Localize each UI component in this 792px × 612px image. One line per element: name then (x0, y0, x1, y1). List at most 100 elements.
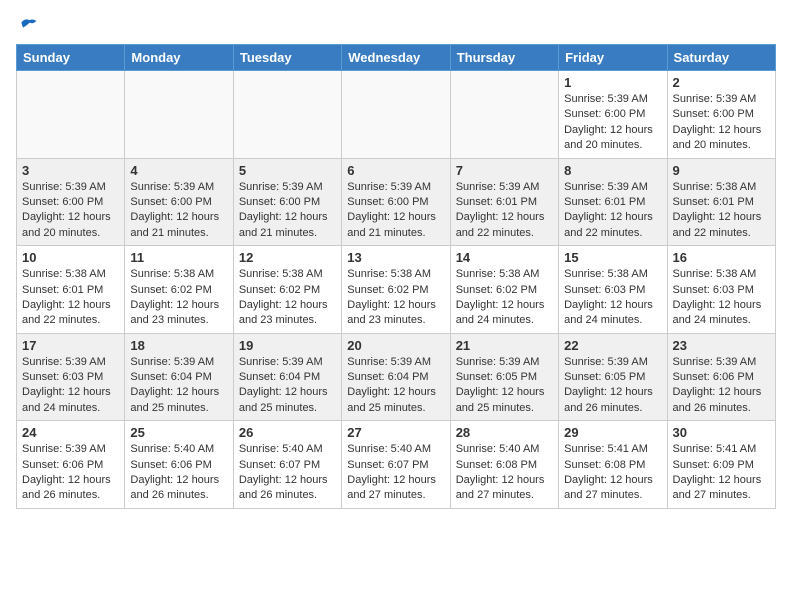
day-info: Sunrise: 5:38 AM Sunset: 6:03 PM Dayligh… (564, 268, 653, 326)
day-number: 27 (347, 425, 444, 440)
calendar-week-row: 10 Sunrise: 5:38 AM Sunset: 6:01 PM Dayli… (17, 246, 776, 334)
day-number: 6 (347, 163, 444, 178)
day-number: 9 (673, 163, 770, 178)
day-number: 19 (239, 338, 336, 353)
calendar-day-cell: 7 Sunrise: 5:39 AM Sunset: 6:01 PM Daylig… (450, 158, 558, 246)
calendar-day-cell (342, 71, 450, 159)
calendar-day-cell: 23 Sunrise: 5:39 AM Sunset: 6:06 PM Dayli… (667, 333, 775, 421)
day-number: 22 (564, 338, 661, 353)
calendar-day-cell: 21 Sunrise: 5:39 AM Sunset: 6:05 PM Dayli… (450, 333, 558, 421)
calendar-day-cell: 16 Sunrise: 5:38 AM Sunset: 6:03 PM Dayli… (667, 246, 775, 334)
day-number: 16 (673, 250, 770, 265)
day-number: 11 (130, 250, 227, 265)
day-info: Sunrise: 5:38 AM Sunset: 6:01 PM Dayligh… (22, 268, 111, 326)
day-info: Sunrise: 5:40 AM Sunset: 6:08 PM Dayligh… (456, 443, 545, 501)
calendar-day-cell: 19 Sunrise: 5:39 AM Sunset: 6:04 PM Dayli… (233, 333, 341, 421)
calendar-day-cell: 13 Sunrise: 5:38 AM Sunset: 6:02 PM Dayli… (342, 246, 450, 334)
day-info: Sunrise: 5:39 AM Sunset: 6:04 PM Dayligh… (130, 356, 219, 414)
logo-bird-icon (18, 16, 38, 36)
weekday-header-tuesday: Tuesday (233, 45, 341, 71)
calendar-day-cell: 12 Sunrise: 5:38 AM Sunset: 6:02 PM Dayli… (233, 246, 341, 334)
day-number: 5 (239, 163, 336, 178)
day-info: Sunrise: 5:39 AM Sunset: 6:06 PM Dayligh… (673, 356, 762, 414)
weekday-header-thursday: Thursday (450, 45, 558, 71)
day-info: Sunrise: 5:39 AM Sunset: 6:04 PM Dayligh… (347, 356, 436, 414)
calendar-day-cell: 4Sunrise: 5:39 AM Sunset: 6:00 PM Daylig… (125, 158, 233, 246)
day-number: 20 (347, 338, 444, 353)
calendar-day-cell: 9Sunrise: 5:38 AM Sunset: 6:01 PM Daylig… (667, 158, 775, 246)
day-number: 25 (130, 425, 227, 440)
day-number: 26 (239, 425, 336, 440)
day-info: Sunrise: 5:39 AM Sunset: 6:05 PM Dayligh… (456, 356, 545, 414)
day-info: Sunrise: 5:38 AM Sunset: 6:02 PM Dayligh… (456, 268, 545, 326)
day-number: 8 (564, 163, 661, 178)
day-number: 13 (347, 250, 444, 265)
calendar-day-cell: 6 Sunrise: 5:39 AM Sunset: 6:00 PM Daylig… (342, 158, 450, 246)
day-info: Sunrise: 5:38 AM Sunset: 6:03 PM Dayligh… (673, 268, 762, 326)
day-number: 30 (673, 425, 770, 440)
day-number: 14 (456, 250, 553, 265)
calendar-day-cell: 15 Sunrise: 5:38 AM Sunset: 6:03 PM Dayli… (559, 246, 667, 334)
day-number: 1 (564, 75, 661, 90)
day-info: Sunrise: 5:38 AM Sunset: 6:02 PM Dayligh… (347, 268, 436, 326)
day-number: 7 (456, 163, 553, 178)
day-number: 12 (239, 250, 336, 265)
calendar-day-cell (125, 71, 233, 159)
page-header (16, 16, 776, 36)
calendar-header-row: SundayMondayTuesdayWednesdayThursdayFrid… (17, 45, 776, 71)
day-info: Sunrise: 5:40 AM Sunset: 6:07 PM Dayligh… (239, 443, 328, 501)
calendar-day-cell: 20 Sunrise: 5:39 AM Sunset: 6:04 PM Dayli… (342, 333, 450, 421)
day-info: Sunrise: 5:39 AM Sunset: 6:05 PM Dayligh… (564, 356, 653, 414)
calendar-day-cell: 14 Sunrise: 5:38 AM Sunset: 6:02 PM Dayli… (450, 246, 558, 334)
weekday-header-wednesday: Wednesday (342, 45, 450, 71)
day-info: Sunrise: 5:39 AM Sunset: 6:00 PM Dayligh… (22, 181, 111, 239)
day-info: Sunrise: 5:39 AM Sunset: 6:00 PM Dayligh… (347, 181, 436, 239)
calendar-day-cell: 27 Sunrise: 5:40 AM Sunset: 6:07 PM Dayli… (342, 421, 450, 509)
day-number: 23 (673, 338, 770, 353)
day-info: Sunrise: 5:39 AM Sunset: 6:04 PM Dayligh… (239, 356, 328, 414)
day-info: Sunrise: 5:39 AM Sunset: 6:06 PM Dayligh… (22, 443, 111, 501)
day-info: Sunrise: 5:41 AM Sunset: 6:08 PM Dayligh… (564, 443, 653, 501)
calendar-day-cell: 2 Sunrise: 5:39 AM Sunset: 6:00 PM Daylig… (667, 71, 775, 159)
calendar-day-cell: 18Sunrise: 5:39 AM Sunset: 6:04 PM Dayli… (125, 333, 233, 421)
day-info: Sunrise: 5:39 AM Sunset: 6:03 PM Dayligh… (22, 356, 111, 414)
day-number: 2 (673, 75, 770, 90)
calendar-table: SundayMondayTuesdayWednesdayThursdayFrid… (16, 44, 776, 509)
day-info: Sunrise: 5:40 AM Sunset: 6:07 PM Dayligh… (347, 443, 436, 501)
calendar-day-cell: 22 Sunrise: 5:39 AM Sunset: 6:05 PM Dayli… (559, 333, 667, 421)
calendar-day-cell: 28 Sunrise: 5:40 AM Sunset: 6:08 PM Dayli… (450, 421, 558, 509)
day-number: 3 (22, 163, 119, 178)
day-info: Sunrise: 5:39 AM Sunset: 6:01 PM Dayligh… (456, 181, 545, 239)
day-number: 24 (22, 425, 119, 440)
day-number: 29 (564, 425, 661, 440)
day-number: 17 (22, 338, 119, 353)
calendar-week-row: 1 Sunrise: 5:39 AM Sunset: 6:00 PM Daylig… (17, 71, 776, 159)
calendar-day-cell: 5 Sunrise: 5:39 AM Sunset: 6:00 PM Daylig… (233, 158, 341, 246)
day-number: 15 (564, 250, 661, 265)
logo (16, 16, 38, 36)
calendar-day-cell: 25 Sunrise: 5:40 AM Sunset: 6:06 PM Dayli… (125, 421, 233, 509)
weekday-header-saturday: Saturday (667, 45, 775, 71)
calendar-day-cell: 10 Sunrise: 5:38 AM Sunset: 6:01 PM Dayli… (17, 246, 125, 334)
weekday-header-monday: Monday (125, 45, 233, 71)
calendar-day-cell: 3 Sunrise: 5:39 AM Sunset: 6:00 PM Daylig… (17, 158, 125, 246)
day-info: Sunrise: 5:39 AM Sunset: 6:00 PM Dayligh… (673, 93, 762, 151)
day-info: Sunrise: 5:41 AM Sunset: 6:09 PM Dayligh… (673, 443, 762, 501)
day-info: Sunrise: 5:40 AM Sunset: 6:06 PM Dayligh… (130, 443, 219, 501)
day-number: 21 (456, 338, 553, 353)
day-number: 28 (456, 425, 553, 440)
calendar-week-row: 17 Sunrise: 5:39 AM Sunset: 6:03 PM Dayli… (17, 333, 776, 421)
day-number: 10 (22, 250, 119, 265)
day-info: Sunrise: 5:39 AM Sunset: 6:00 PM Dayligh… (239, 181, 328, 239)
day-info: Sunrise: 5:39 AM Sunset: 6:00 PM Dayligh… (564, 93, 653, 151)
calendar-day-cell (233, 71, 341, 159)
calendar-week-row: 3 Sunrise: 5:39 AM Sunset: 6:00 PM Daylig… (17, 158, 776, 246)
day-number: 4 (130, 163, 227, 178)
calendar-day-cell: 26 Sunrise: 5:40 AM Sunset: 6:07 PM Dayli… (233, 421, 341, 509)
day-info: Sunrise: 5:39 AM Sunset: 6:01 PM Dayligh… (564, 181, 653, 239)
calendar-day-cell: 29 Sunrise: 5:41 AM Sunset: 6:08 PM Dayli… (559, 421, 667, 509)
day-info: Sunrise: 5:38 AM Sunset: 6:02 PM Dayligh… (239, 268, 328, 326)
calendar-day-cell (450, 71, 558, 159)
weekday-header-sunday: Sunday (17, 45, 125, 71)
calendar-day-cell: 1 Sunrise: 5:39 AM Sunset: 6:00 PM Daylig… (559, 71, 667, 159)
